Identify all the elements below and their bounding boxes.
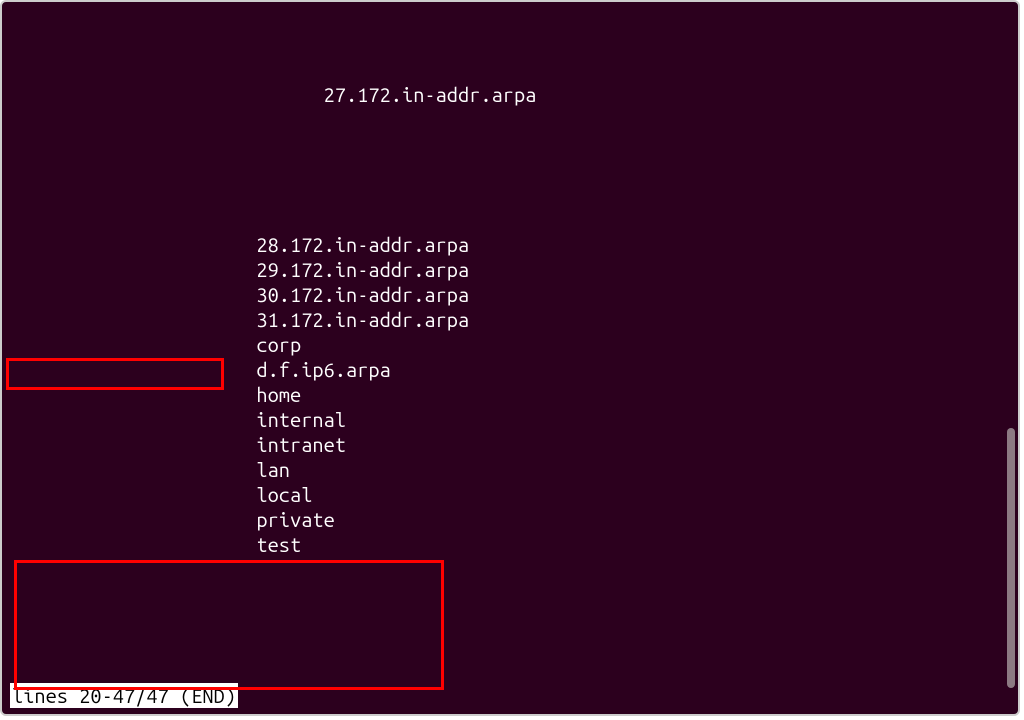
domain-entry: 29.172.in-addr.arpa [256,258,469,281]
domain-entry: test [256,533,301,556]
terminal-output: 27.172.in-addr.arpa 28.172.in-addr.arpa2… [2,2,1018,716]
pager-status: lines 20-47/47 (END) [10,683,238,708]
domain-entry: 27.172.in-addr.arpa [324,83,537,106]
domain-entry: intranet [256,433,346,456]
domain-entry: local [256,483,312,506]
domain-entry: 30.172.in-addr.arpa [256,283,469,306]
domain-entry: private [256,508,334,531]
domain-entry: 28.172.in-addr.arpa [256,233,469,256]
scrollbar-thumb[interactable] [1007,428,1015,688]
domain-entry: 31.172.in-addr.arpa [256,308,469,331]
domain-entry: d.f.ip6.arpa [256,358,390,381]
scrollbar[interactable] [1003,8,1015,688]
domain-entry: home [256,383,301,406]
domain-entry: corp [256,333,301,356]
domain-entry: internal [256,408,346,431]
domain-entry: lan [256,458,290,481]
terminal-window[interactable]: 27.172.in-addr.arpa 28.172.in-addr.arpa2… [0,0,1020,716]
